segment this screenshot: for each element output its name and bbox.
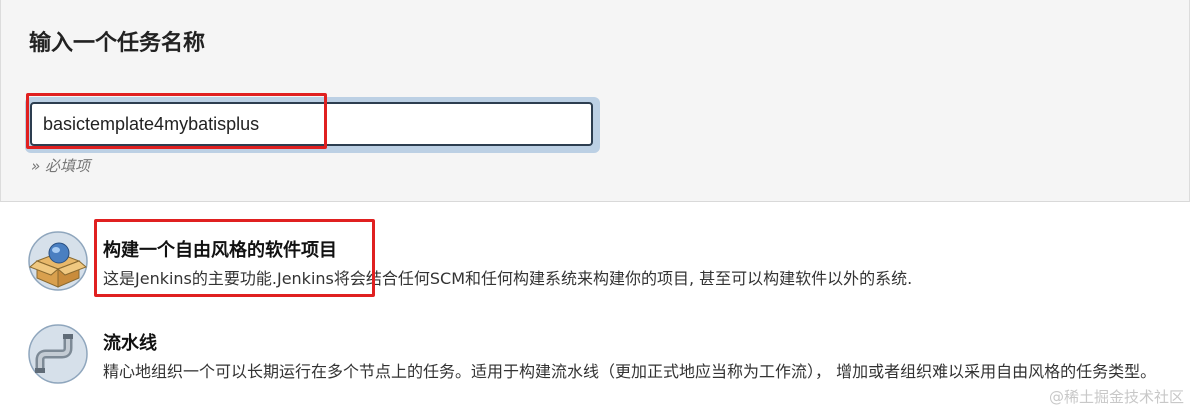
highlight-box-input xyxy=(26,93,327,149)
pipeline-pipe-icon xyxy=(28,324,88,384)
job-type-description: 精心地组织一个可以长期运行在多个节点上的任务。适用于构建流水线（更加正式地应当称… xyxy=(103,362,1157,381)
job-type-title: 流水线 xyxy=(103,333,157,354)
highlight-box-freestyle xyxy=(94,219,375,297)
job-type-pipeline[interactable]: 流水线 精心地组织一个可以长期运行在多个节点上的任务。适用于构建流水线（更加正式… xyxy=(0,320,1192,411)
freestyle-box-icon xyxy=(28,231,88,291)
page-title: 输入一个任务名称 xyxy=(29,31,206,56)
required-hint: » 必填项 xyxy=(31,157,91,175)
watermark: @稀土掘金技术社区 xyxy=(1048,388,1184,406)
